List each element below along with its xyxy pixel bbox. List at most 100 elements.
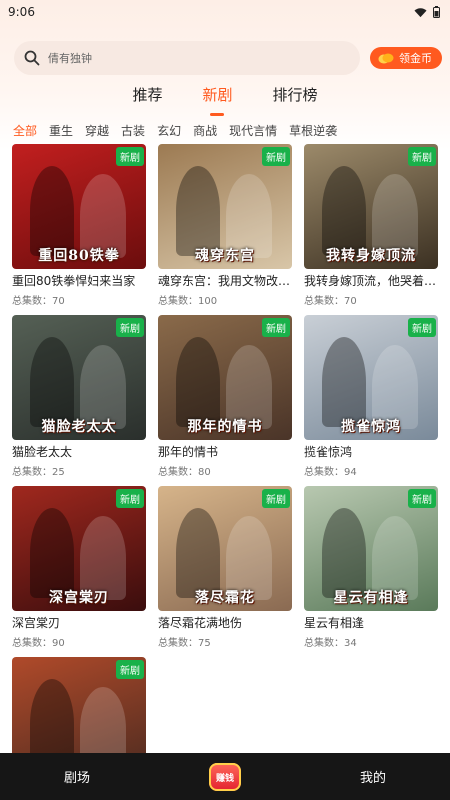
new-badge: 新剧 (116, 318, 144, 337)
episode-count-prefix: 总集数： (158, 296, 198, 307)
nav-earn-label: 赚钱 (215, 773, 234, 784)
category-modern-romance[interactable]: 现代言情 (229, 122, 277, 140)
category-time-travel[interactable]: 穿越 (85, 122, 109, 140)
collect-coins-button[interactable]: 领金币 (370, 47, 442, 69)
category-filter: 全部 重生 穿越 古装 玄幻 商战 现代言情 草根逆袭 (13, 122, 337, 140)
drama-card[interactable]: 星云有相逢 新剧 星云有相逢 总集数：34 (304, 486, 438, 657)
episode-count: 总集数：94 (304, 463, 438, 478)
drama-card[interactable]: 深宫棠刃 新剧深宫棠刃总集数：90 (12, 486, 146, 657)
new-badge: 新剧 (262, 318, 290, 337)
poster-figure (176, 166, 220, 256)
poster-figure (30, 337, 74, 427)
status-time: 9:06 (8, 5, 35, 19)
poster-title-art: 深宫棠刃 (49, 590, 109, 606)
main-tabs: 推荐 新剧 排行榜 (0, 84, 450, 116)
episode-count: 总集数：70 (12, 292, 146, 307)
new-badge: 新剧 (116, 660, 144, 679)
drama-title: 那年的情书 (158, 445, 219, 459)
new-badge: 新剧 (408, 489, 436, 508)
tab-ranking[interactable]: 排行榜 (273, 84, 318, 110)
episode-count-value: 100 (198, 296, 218, 307)
poster-figure (322, 508, 366, 598)
drama-grid: 重回80铁拳 新剧 重回80铁拳悍妇来当家 总集数：70 魂穿东宫 新剧 魂穿东宫：我用文物… (12, 144, 438, 800)
nav-mine[interactable]: 我的 (360, 767, 386, 786)
poster-title-art: 魂穿东宫 (195, 248, 255, 264)
drama-poster[interactable]: 魂穿东宫 新剧 (158, 144, 292, 269)
drama-poster[interactable]: 重回80铁拳 新剧 (12, 144, 146, 269)
drama-card[interactable]: 重回80铁拳 新剧重回80铁拳悍妇来当家 总集数：70 (12, 144, 146, 315)
new-badge: 新剧 (408, 318, 436, 337)
drama-poster[interactable]: 猫脸老太太 新剧 (12, 315, 146, 440)
episode-count-prefix: 总集数： (304, 296, 344, 307)
tab-new-dramas[interactable]: 新剧 (202, 84, 233, 116)
search-input[interactable] (48, 51, 328, 65)
new-badge: 新剧 (262, 147, 290, 166)
poster-title-art: 我转身嫁顶流 (326, 248, 416, 264)
poster-figure (30, 166, 74, 256)
episode-count-prefix: 总集数： (304, 638, 344, 649)
status-bar: 9:06 (0, 0, 450, 24)
drama-title: 猫脸老太太 (12, 445, 73, 459)
drama-title: 魂穿东宫：我用文物改朝换代 (158, 274, 292, 288)
drama-card[interactable]: 猫脸老太太 新剧猫脸老太太总集数：25 (12, 315, 146, 486)
drama-poster[interactable]: 那年的情书 新剧 (158, 315, 292, 440)
nav-theater[interactable]: 剧场 (64, 767, 90, 786)
search-row: 领金币 (14, 40, 442, 76)
nav-earn-button[interactable]: 赚钱 (209, 763, 241, 791)
coin-icon (378, 53, 394, 63)
collect-coins-label: 领金币 (399, 52, 432, 65)
poster-title-art: 揽雀惊鸿 (341, 419, 401, 435)
drama-poster[interactable]: 我转身嫁顶流 新剧 (304, 144, 438, 269)
drama-card[interactable]: 魂穿东宫 新剧魂穿东宫：我用文物改朝换代总集数：100 (158, 144, 292, 315)
drama-poster[interactable]: 星云有相逢 新剧 (304, 486, 438, 611)
category-underdog[interactable]: 草根逆袭 (289, 122, 337, 140)
episode-count-value: 94 (344, 467, 357, 478)
battery-icon (433, 6, 440, 18)
new-badge: 新剧 (408, 147, 436, 166)
poster-figure (322, 166, 366, 256)
poster-figure (322, 337, 366, 427)
poster-title-art: 猫脸老太太 (41, 419, 117, 435)
new-badge: 新剧 (116, 489, 144, 508)
drama-card[interactable]: 我转身嫁顶流 新剧我转身嫁顶流，他哭着求复合总集数：70 (304, 144, 438, 315)
status-icons (414, 6, 440, 18)
category-business[interactable]: 商战 (193, 122, 217, 140)
drama-title: 揽雀惊鸿 (304, 445, 353, 459)
new-badge: 新剧 (116, 147, 144, 166)
category-fantasy[interactable]: 玄幻 (157, 122, 181, 140)
poster-figure (176, 508, 220, 598)
bottom-nav: 剧场 赚钱 我的 (0, 753, 450, 800)
search-icon (24, 50, 40, 66)
drama-title: 深宫棠刃 (12, 616, 61, 630)
episode-count-value: 70 (344, 296, 357, 307)
drama-poster[interactable]: 揽雀惊鸿 新剧 (304, 315, 438, 440)
category-costume[interactable]: 古装 (121, 122, 145, 140)
drama-title: 重回80铁拳悍妇来当家 (12, 274, 136, 288)
episode-count-value: 80 (198, 467, 211, 478)
episode-count: 总集数：100 (158, 292, 292, 307)
episode-count-value: 34 (344, 638, 357, 649)
episode-count: 总集数：90 (12, 634, 146, 649)
drama-title: 我转身嫁顶流，他哭着求复合 (304, 274, 438, 288)
episode-count-value: 75 (198, 638, 211, 649)
new-badge: 新剧 (262, 489, 290, 508)
episode-count-prefix: 总集数： (158, 638, 198, 649)
poster-figure (30, 508, 74, 598)
search-bar[interactable] (14, 41, 360, 75)
tab-recommend[interactable]: 推荐 (132, 84, 162, 110)
drama-card[interactable]: 落尽霜花 新剧 落尽霜花满地伤 总集数：75 (158, 486, 292, 657)
episode-count-value: 70 (52, 296, 65, 307)
episode-count-prefix: 总集数： (12, 296, 52, 307)
episode-count: 总集数：75 (158, 634, 292, 649)
episode-count-prefix: 总集数： (304, 467, 344, 478)
episode-count: 总集数：34 (304, 634, 438, 649)
category-all[interactable]: 全部 (13, 122, 37, 140)
drama-card[interactable]: 那年的情书 新剧那年的情书总集数：80 (158, 315, 292, 486)
episode-count: 总集数：25 (12, 463, 146, 478)
drama-card[interactable]: 揽雀惊鸿 新剧揽雀惊鸿总集数：94 (304, 315, 438, 486)
drama-poster[interactable]: 落尽霜花 新剧 (158, 486, 292, 611)
poster-title-art: 重回80铁拳 (38, 248, 120, 264)
episode-count-prefix: 总集数： (158, 467, 198, 478)
category-rebirth[interactable]: 重生 (49, 122, 73, 140)
drama-poster[interactable]: 深宫棠刃 新剧 (12, 486, 146, 611)
